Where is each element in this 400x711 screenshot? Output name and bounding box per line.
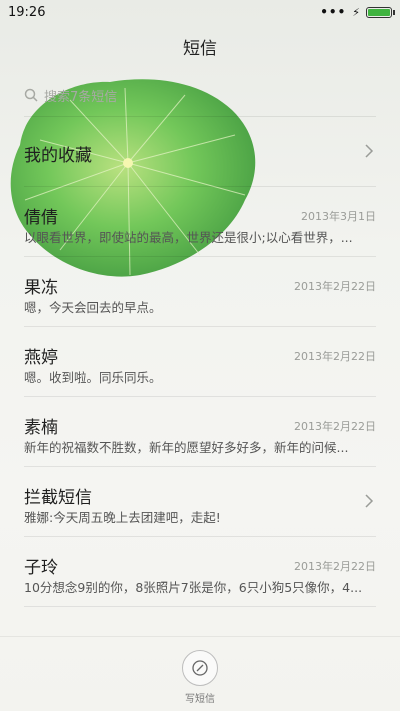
message-preview: 嗯，今天会回去的早点。 bbox=[24, 300, 162, 315]
status-icons: ••• ⚡ bbox=[320, 5, 395, 19]
divider bbox=[24, 606, 376, 607]
message-preview: 新年的祝福数不胜数，新年的愿望好多好多，新年的问候... bbox=[24, 440, 349, 455]
search-bar[interactable]: 搜索7条短信 bbox=[24, 84, 376, 106]
message-preview: 以眼看世界，即使站的最高，世界还是很小;以心看世界，... bbox=[24, 230, 353, 245]
contact-name: 素楠 bbox=[24, 418, 58, 438]
favorites-label: 我的收藏 bbox=[24, 146, 92, 166]
message-date: 2013年3月1日 bbox=[301, 210, 376, 223]
charging-icon: ⚡ bbox=[352, 5, 360, 19]
bottom-bar-divider bbox=[0, 636, 400, 637]
conversation-row[interactable]: 子玲 2013年2月22日 10分想念9别的你，8张照片7张是你，6只小狗5只像… bbox=[24, 537, 376, 607]
chevron-right-icon bbox=[365, 144, 374, 158]
message-date: 2013年2月22日 bbox=[294, 280, 376, 293]
contact-name: 倩倩 bbox=[24, 208, 58, 228]
search-input[interactable]: 搜索7条短信 bbox=[44, 86, 117, 105]
message-date: 2013年2月22日 bbox=[294, 560, 376, 573]
conversation-row[interactable]: 倩倩 2013年3月1日 以眼看世界，即使站的最高，世界还是很小;以心看世界，.… bbox=[24, 187, 376, 257]
favorites-row[interactable]: 我的收藏 bbox=[24, 117, 376, 187]
message-date: 2013年2月22日 bbox=[294, 420, 376, 433]
compose-button[interactable] bbox=[182, 650, 218, 686]
chevron-right-icon bbox=[365, 494, 374, 508]
status-bar: 19:26 ••• ⚡ bbox=[0, 0, 400, 24]
conversation-row[interactable]: 素楠 2013年2月22日 新年的祝福数不胜数，新年的愿望好多好多，新年的问候.… bbox=[24, 397, 376, 467]
page-title: 短信 bbox=[183, 39, 217, 59]
message-preview: 10分想念9别的你，8张照片7张是你，6只小狗5只像你，4... bbox=[24, 580, 363, 595]
blocked-label: 拦截短信 bbox=[24, 488, 92, 508]
compose-label: 写短信 bbox=[185, 694, 215, 705]
contact-name: 果冻 bbox=[24, 278, 58, 298]
message-date: 2013年2月22日 bbox=[294, 350, 376, 363]
conversation-row[interactable]: 果冻 2013年2月22日 嗯，今天会回去的早点。 bbox=[24, 257, 376, 327]
message-preview: 雅娜:今天周五晚上去团建吧，走起! bbox=[24, 510, 221, 525]
blocked-messages-row[interactable]: 拦截短信 雅娜:今天周五晚上去团建吧，走起! bbox=[24, 467, 376, 537]
signal-dots: ••• bbox=[320, 5, 347, 19]
battery-icon bbox=[366, 6, 395, 18]
message-preview: 嗯。收到啦。同乐同乐。 bbox=[24, 370, 162, 385]
status-time: 19:26 bbox=[8, 4, 46, 20]
contact-name: 子玲 bbox=[24, 558, 58, 578]
conversation-row[interactable]: 燕婷 2013年2月22日 嗯。收到啦。同乐同乐。 bbox=[24, 327, 376, 397]
search-icon bbox=[24, 88, 38, 102]
compose-icon bbox=[192, 660, 208, 676]
contact-name: 燕婷 bbox=[24, 348, 58, 368]
